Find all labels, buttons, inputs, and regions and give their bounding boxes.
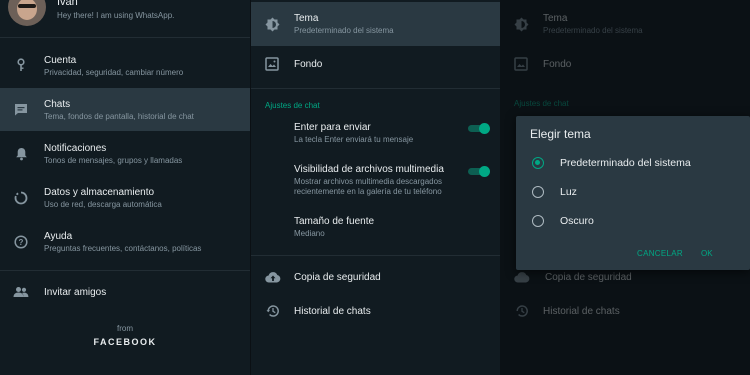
chat-settings-dimmed-panel: Tema Predeterminado del sistema Fondo Aj… — [500, 0, 750, 375]
theme-option-light[interactable]: Luz — [516, 181, 750, 203]
option-label: Oscuro — [560, 215, 594, 227]
people-icon — [12, 283, 30, 301]
theme-setting[interactable]: Tema Predeterminado del sistema — [251, 2, 500, 46]
invite-friends-label: Invitar amigos — [44, 287, 107, 298]
backup-setting[interactable]: Copia de seguridad — [251, 264, 500, 290]
menu-item-account[interactable]: Cuenta Privacidad, seguridad, cambiar nú… — [0, 45, 250, 85]
wallpaper-label: Fondo — [294, 59, 323, 70]
chat-history-setting[interactable]: Historial de chats — [251, 298, 500, 324]
cancel-button[interactable]: CANCELAR — [637, 249, 683, 258]
theme-label: Tema — [294, 13, 319, 24]
wallpaper-label: Fondo — [543, 59, 572, 70]
avatar[interactable] — [8, 0, 46, 26]
menu-item-notifications[interactable]: Notificaciones Tonos de mensajes, grupos… — [0, 134, 250, 174]
svg-text:?: ? — [19, 238, 24, 247]
media-visibility-toggle[interactable] — [468, 166, 490, 177]
profile-header[interactable]: Ivan Hey there! I am using WhatsApp. — [0, 0, 250, 30]
theme-icon — [512, 15, 530, 33]
menu-item-sub: Tema, fondos de pantalla, historial de c… — [44, 112, 194, 121]
menu-item-label: Chats — [44, 99, 71, 110]
enter-to-send-label: Enter para enviar — [294, 122, 371, 133]
theme-value: Predeterminado del sistema — [543, 26, 643, 35]
font-size-setting[interactable]: Tamaño de fuente Mediano — [251, 212, 500, 242]
chat-history-label: Historial de chats — [543, 306, 620, 317]
ok-button[interactable]: OK — [701, 249, 713, 258]
wallpaper-icon — [263, 55, 281, 73]
theme-label: Tema — [543, 13, 568, 24]
dialog-title: Elegir tema — [530, 127, 591, 141]
menu-item-label: Ayuda — [44, 231, 73, 242]
menu-item-help[interactable]: ? Ayuda Preguntas frecuentes, contáctano… — [0, 222, 250, 262]
theme-icon — [263, 15, 281, 33]
wallpaper-setting[interactable]: Fondo — [251, 50, 500, 78]
media-visibility-sub-line1: Mostrar archivos multimedia descargados — [294, 177, 443, 186]
profile-status: Hey there! I am using WhatsApp. — [57, 11, 175, 20]
profile-name: Ivan — [57, 0, 78, 8]
menu-item-sub: Privacidad, seguridad, cambiar número — [44, 68, 184, 77]
enter-to-send-toggle[interactable] — [468, 123, 490, 134]
backup-label: Copia de seguridad — [545, 272, 632, 283]
history-icon — [513, 302, 531, 320]
menu-item-sub: Tonos de mensajes, grupos y llamadas — [44, 156, 183, 165]
data-icon — [12, 189, 30, 207]
theme-option-dark[interactable]: Oscuro — [516, 210, 750, 232]
font-size-value: Mediano — [294, 229, 325, 238]
theme-value: Predeterminado del sistema — [294, 26, 394, 35]
wallpaper-icon — [512, 55, 530, 73]
key-icon — [12, 56, 30, 74]
help-icon: ? — [12, 233, 30, 251]
chat-settings-section-header: Ajustes de chat — [514, 99, 569, 108]
theme-option-default[interactable]: Predeterminado del sistema — [516, 152, 750, 174]
menu-item-label: Notificaciones — [44, 143, 107, 154]
enter-to-send-sub: La tecla Enter enviará tu mensaje — [294, 135, 414, 144]
settings-panel: Ivan Hey there! I am using WhatsApp. Cue… — [0, 0, 250, 375]
media-visibility-sub-line2: recientemente en la galería de tu teléfo… — [294, 187, 442, 196]
menu-item-chats[interactable]: Chats Tema, fondos de pantalla, historia… — [0, 88, 250, 131]
radio-button[interactable] — [532, 186, 544, 198]
radio-button-selected[interactable] — [532, 157, 544, 169]
font-size-label: Tamaño de fuente — [294, 216, 375, 227]
theme-dialog: Elegir tema Predeterminado del sistema L… — [516, 116, 750, 270]
cloud-upload-icon — [264, 268, 282, 286]
enter-to-send-setting[interactable]: Enter para enviar La tecla Enter enviará… — [251, 118, 500, 148]
history-icon — [264, 302, 282, 320]
option-label: Luz — [560, 186, 577, 198]
chat-settings-section-header: Ajustes de chat — [265, 101, 320, 110]
chat-settings-panel: Tema Predeterminado del sistema Fondo Aj… — [250, 0, 500, 375]
menu-item-sub: Uso de red, descarga automática — [44, 200, 162, 209]
cloud-upload-icon — [513, 268, 531, 286]
menu-item-data-storage[interactable]: Datos y almacenamiento Uso de red, desca… — [0, 178, 250, 218]
media-visibility-label: Visibilidad de archivos multimedia — [294, 164, 444, 175]
from-label: from — [117, 324, 133, 333]
chat-history-label: Historial de chats — [294, 306, 371, 317]
menu-item-sub: Preguntas frecuentes, contáctanos, polít… — [44, 244, 202, 253]
invite-friends-button[interactable]: Invitar amigos — [0, 280, 250, 304]
menu-item-label: Datos y almacenamiento — [44, 187, 155, 198]
chat-icon — [12, 100, 30, 118]
media-visibility-setting[interactable]: Visibilidad de archivos multimedia Mostr… — [251, 160, 500, 200]
menu-item-label: Cuenta — [44, 55, 77, 66]
radio-button[interactable] — [532, 215, 544, 227]
facebook-brand: FACEBOOK — [93, 337, 157, 347]
backup-label: Copia de seguridad — [294, 272, 381, 283]
bell-icon — [12, 145, 30, 163]
option-label: Predeterminado del sistema — [560, 157, 691, 169]
